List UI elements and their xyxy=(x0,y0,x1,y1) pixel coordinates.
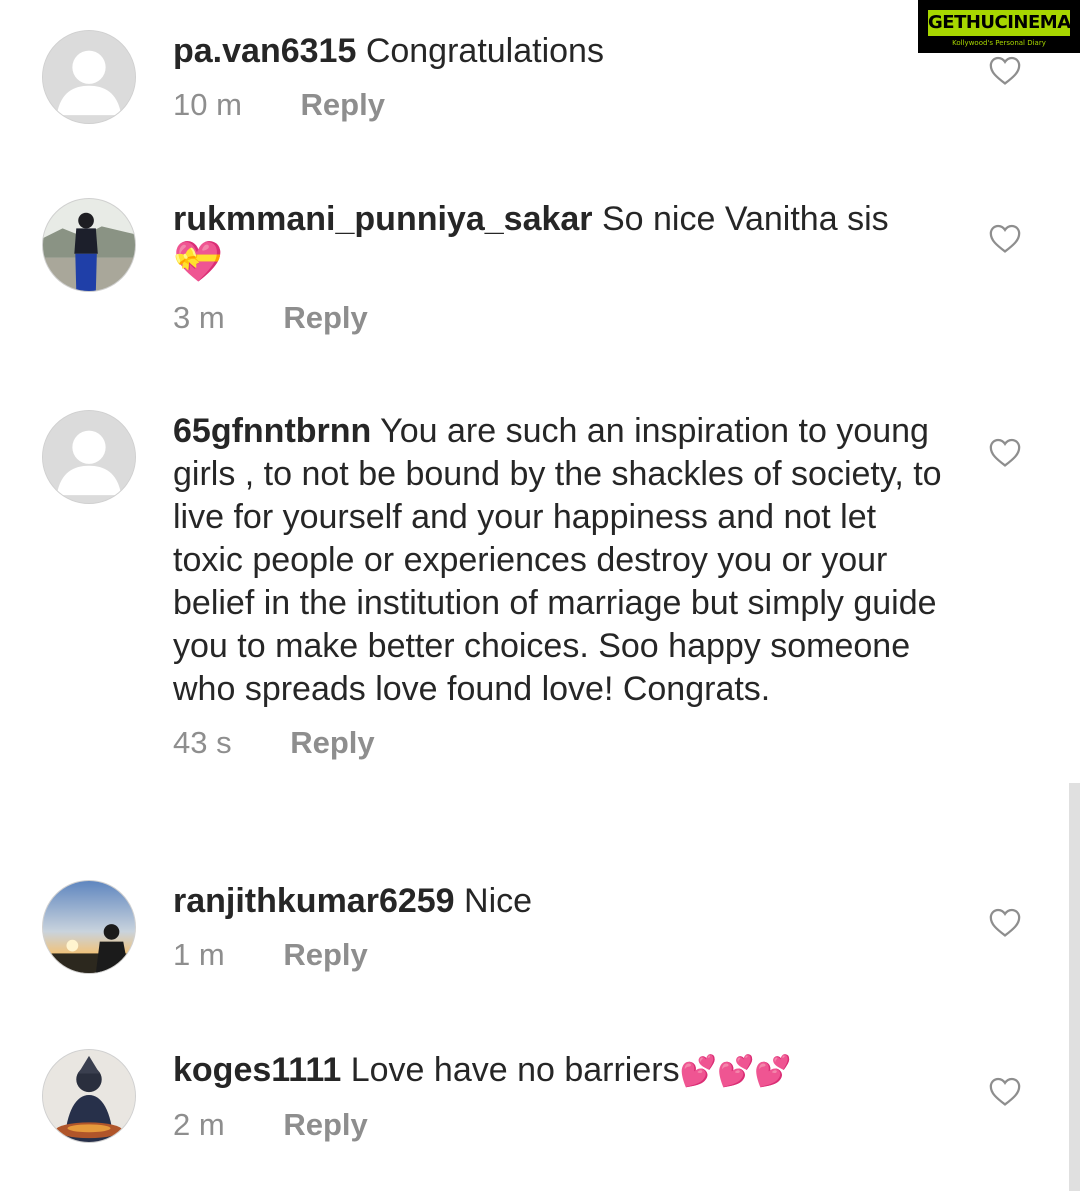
comment-timestamp: 1 m xyxy=(173,937,225,972)
reply-button[interactable]: Reply xyxy=(283,935,367,975)
comment-username[interactable]: koges1111 xyxy=(173,1051,341,1089)
comment-text: pa.van6315 Congratulations xyxy=(173,30,953,73)
heart-outline-icon[interactable] xyxy=(988,1075,1022,1107)
sunset-photo-avatar-icon xyxy=(43,881,135,973)
default-avatar-icon xyxy=(43,31,135,123)
comment-meta: 43 s Reply xyxy=(173,723,953,763)
statue-photo-avatar-icon xyxy=(43,1050,135,1142)
comment-message: Congratulations xyxy=(365,32,604,70)
default-avatar-icon xyxy=(43,411,135,503)
user-avatar[interactable] xyxy=(42,880,136,974)
comment-username[interactable]: rukmmani_punniya_sakar xyxy=(173,200,593,238)
heart-ribbon-emoji: 💝 xyxy=(173,239,223,285)
comment-message: Love have no barriers xyxy=(350,1051,680,1089)
comment-meta: 10 m Reply xyxy=(173,85,953,125)
comment-timestamp: 3 m xyxy=(173,300,225,335)
comment-message: You are such an inspiration to young gir… xyxy=(173,412,942,708)
comment-username[interactable]: ranjithkumar6259 xyxy=(173,882,455,920)
heart-outline-icon[interactable] xyxy=(988,222,1022,254)
comment-text: 65gfnntbrnn You are such an inspiration … xyxy=(173,410,953,711)
heart-outline-icon[interactable] xyxy=(988,436,1022,468)
comment-username[interactable]: 65gfnntbrnn xyxy=(173,412,371,450)
comment-message: Nice xyxy=(464,882,533,920)
comment-timestamp: 2 m xyxy=(173,1107,225,1142)
comment-meta: 2 m Reply xyxy=(173,1105,953,1145)
comment-text: koges1111 Love have no barriers💕💕💕 xyxy=(173,1049,953,1093)
reply-button[interactable]: Reply xyxy=(301,85,385,125)
two-hearts-emoji: 💕💕💕 xyxy=(679,1054,792,1089)
person-photo-avatar-icon xyxy=(43,199,135,291)
comment-username[interactable]: pa.van6315 xyxy=(173,32,356,70)
comment-message: So nice Vanitha sis xyxy=(601,200,889,238)
user-avatar[interactable] xyxy=(42,198,136,292)
heart-outline-icon[interactable] xyxy=(988,906,1022,938)
comment-meta: 1 m Reply xyxy=(173,935,953,975)
comment-text: rukmmani_punniya_sakar So nice Vanitha s… xyxy=(173,198,953,286)
reply-button[interactable]: Reply xyxy=(290,723,374,763)
comment-timestamp: 10 m xyxy=(173,87,242,122)
reply-button[interactable]: Reply xyxy=(283,298,367,338)
comment-timestamp: 43 s xyxy=(173,725,232,760)
comment-text: ranjithkumar6259 Nice xyxy=(173,880,953,923)
scrollbar[interactable] xyxy=(1069,783,1080,1191)
user-avatar[interactable] xyxy=(42,1049,136,1143)
user-avatar[interactable] xyxy=(42,410,136,504)
heart-outline-icon[interactable] xyxy=(988,54,1022,86)
user-avatar[interactable] xyxy=(42,30,136,124)
reply-button[interactable]: Reply xyxy=(283,1105,367,1145)
comment-meta: 3 m Reply xyxy=(173,298,953,338)
